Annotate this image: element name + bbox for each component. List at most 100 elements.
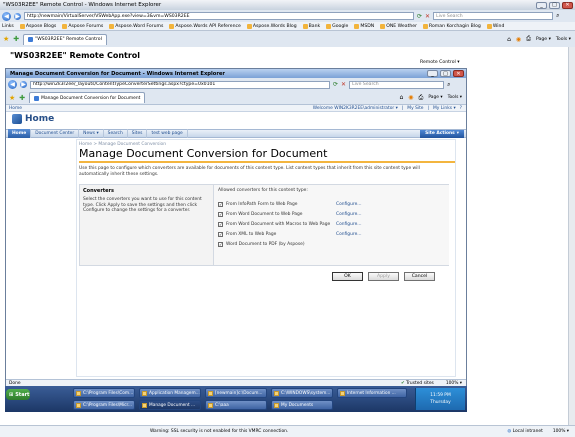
site-title-text[interactable]: Home (25, 114, 54, 124)
link-item[interactable]: Aspose.Words Blog (246, 23, 297, 29)
inner-search-input[interactable]: Live Search (349, 80, 445, 89)
nav-tab-search[interactable]: Search (104, 129, 128, 138)
add-favorites-icon[interactable]: ✚ (13, 35, 19, 43)
tools-menu[interactable]: Tools ▾ (556, 37, 571, 42)
outer-tab-label: "WS03R2EE" Remote Control (35, 37, 102, 42)
taskbar-item[interactable]: Application Managem... (139, 388, 201, 398)
outer-search-input[interactable]: Live Search (433, 12, 554, 20)
welcome-menu[interactable]: Welcome WIN2K3R2EE\administrator ▾ (313, 106, 398, 111)
converter-name: From InfoPath Form to Web Page (226, 201, 298, 207)
nav-tab-home[interactable]: Home (8, 129, 32, 138)
inner-stop-icon[interactable]: ✕ (341, 81, 346, 88)
site-actions-menu[interactable]: Site Actions ▾ (420, 129, 464, 138)
taskbar-item[interactable]: C:\Program Files\Com... (73, 388, 135, 398)
clock-time[interactable]: 11:59 PM (430, 393, 451, 398)
converter-row: ✓ From XML to Web Page Configure... (218, 229, 445, 239)
forward-icon[interactable]: ▶ (14, 12, 21, 20)
configure-link[interactable]: Configure... (336, 212, 361, 217)
home-icon[interactable]: ⌂ (507, 36, 511, 43)
nav-tab-document-center[interactable]: Document Center (31, 129, 80, 138)
taskbar-item[interactable]: C:\WINDOWS\system... (271, 388, 333, 398)
inner-home-icon[interactable]: ⌂ (399, 94, 403, 101)
inner-address-bar[interactable]: http://win2k3r2ee/_layouts/ContentTypeCo… (30, 80, 330, 89)
outer-tab[interactable]: "WS03R2EE" Remote Control (23, 33, 107, 45)
taskbar-item[interactable]: Internet Information ... (337, 388, 407, 398)
inner-search-icon[interactable]: ⌕ (447, 81, 450, 89)
back-icon[interactable]: ◀ (2, 11, 11, 21)
divider: | (427, 105, 429, 111)
outer-scrollbar[interactable] (568, 47, 575, 425)
sp-top-home-link[interactable]: Home (9, 106, 22, 111)
remote-control-menu[interactable]: Remote Control ▾ (420, 60, 460, 65)
inner-tools-menu[interactable]: Tools ▾ (448, 95, 462, 100)
site-title: Home (12, 114, 54, 124)
inner-feeds-icon[interactable]: ◉ (408, 94, 413, 101)
link-item[interactable]: Aspose.Word Forums (109, 23, 163, 29)
taskbar-item-active[interactable]: Manage Document ... (139, 400, 201, 410)
link-item[interactable]: MSDN (354, 23, 374, 29)
inner-close-button[interactable]: ✕ (453, 70, 464, 77)
system-tray: 11:59 PM Thursday (415, 388, 465, 410)
configure-link[interactable]: Configure... (336, 232, 361, 237)
favorite-icon (109, 23, 115, 29)
converter-checkbox[interactable]: ✓ (218, 241, 223, 247)
outer-address-bar[interactable]: http://newmain/VirtualServer/VSWebApp.ex… (24, 12, 414, 20)
converter-checkbox[interactable]: ✓ (218, 231, 223, 237)
nav-tab-news[interactable]: News ▾ (79, 129, 104, 138)
refresh-icon[interactable]: ⟳ (417, 13, 422, 20)
link-item[interactable]: ONE Weather (380, 23, 417, 29)
taskbar-item[interactable]: [newmain]c:\Docum... (205, 388, 267, 398)
cancel-button[interactable]: Cancel (404, 272, 435, 281)
print-icon[interactable]: ⎙ (526, 35, 531, 43)
maximize-button[interactable]: □ (549, 1, 560, 9)
apply-button[interactable]: Apply (368, 272, 399, 281)
inner-add-favorites-icon[interactable]: ✚ (19, 94, 25, 102)
start-button[interactable]: ⊞ Start (6, 389, 30, 400)
form-buttons: OK Apply Cancel (332, 272, 435, 281)
page-menu[interactable]: Page ▾ (536, 37, 551, 42)
inner-tab[interactable]: Manage Document Conversion for Document (29, 92, 146, 103)
outer-zoom-control[interactable]: 100% ▾ (553, 429, 569, 434)
converter-row: ✓ Word Document to PDF (by Aspose) (218, 239, 445, 249)
search-icon[interactable]: ⌕ (556, 12, 559, 20)
converter-checkbox[interactable]: ✓ (218, 221, 223, 227)
inner-tab-label: Manage Document Conversion for Document (41, 95, 141, 101)
nav-tab-sites[interactable]: Sites (128, 129, 148, 138)
inner-forward-icon[interactable]: ▶ (20, 81, 27, 88)
my-site-link[interactable]: My Site (407, 106, 423, 111)
inner-favorites-star-icon[interactable]: ★ (9, 94, 15, 102)
link-item[interactable]: Aspose Forums (62, 23, 103, 29)
inner-minimize-button[interactable]: _ (427, 70, 438, 77)
inner-browser-window: Manage Document Conversion for Document … (5, 68, 467, 387)
configure-link[interactable]: Configure... (336, 202, 361, 207)
my-links-menu[interactable]: My Links ▾ (433, 106, 456, 111)
inner-print-icon[interactable]: ⎙ (419, 94, 424, 102)
link-item[interactable]: Google (326, 23, 348, 29)
taskbar-item[interactable]: C:\Program Files\Micr... (73, 400, 135, 410)
stop-icon[interactable]: ✕ (425, 13, 430, 20)
inner-refresh-icon[interactable]: ⟳ (333, 81, 338, 88)
taskbar-item[interactable]: My Documents (271, 400, 333, 410)
page-icon (28, 37, 34, 42)
converter-checkbox[interactable]: ✓ (218, 201, 223, 207)
minimize-button[interactable]: _ (536, 1, 547, 9)
app-icon (142, 390, 147, 396)
converter-checkbox[interactable]: ✓ (218, 211, 223, 217)
link-item[interactable]: Bank (302, 23, 320, 29)
inner-maximize-button[interactable]: □ (440, 70, 451, 77)
configure-link[interactable]: Configure... (336, 222, 361, 227)
link-item[interactable]: Aspose Blogs (19, 23, 56, 29)
favorites-star-icon[interactable]: ★ (3, 35, 9, 43)
link-item[interactable]: Aspose.Words API Reference (169, 23, 241, 29)
feeds-icon[interactable]: ◉ (516, 36, 521, 43)
link-item[interactable]: Roman Korchagin Blog (423, 23, 481, 29)
nav-tab-test-web-page[interactable]: test web page (147, 129, 188, 138)
help-icon[interactable]: ? (460, 106, 462, 111)
inner-page-menu[interactable]: Page ▾ (428, 95, 442, 100)
sharepoint-logo-icon (12, 114, 22, 124)
link-item[interactable]: Wind (486, 23, 504, 29)
taskbar-item[interactable]: C:\aaa (205, 400, 267, 410)
ok-button[interactable]: OK (332, 272, 363, 281)
inner-back-icon[interactable]: ◀ (8, 80, 17, 89)
close-button[interactable]: ✕ (562, 1, 573, 9)
